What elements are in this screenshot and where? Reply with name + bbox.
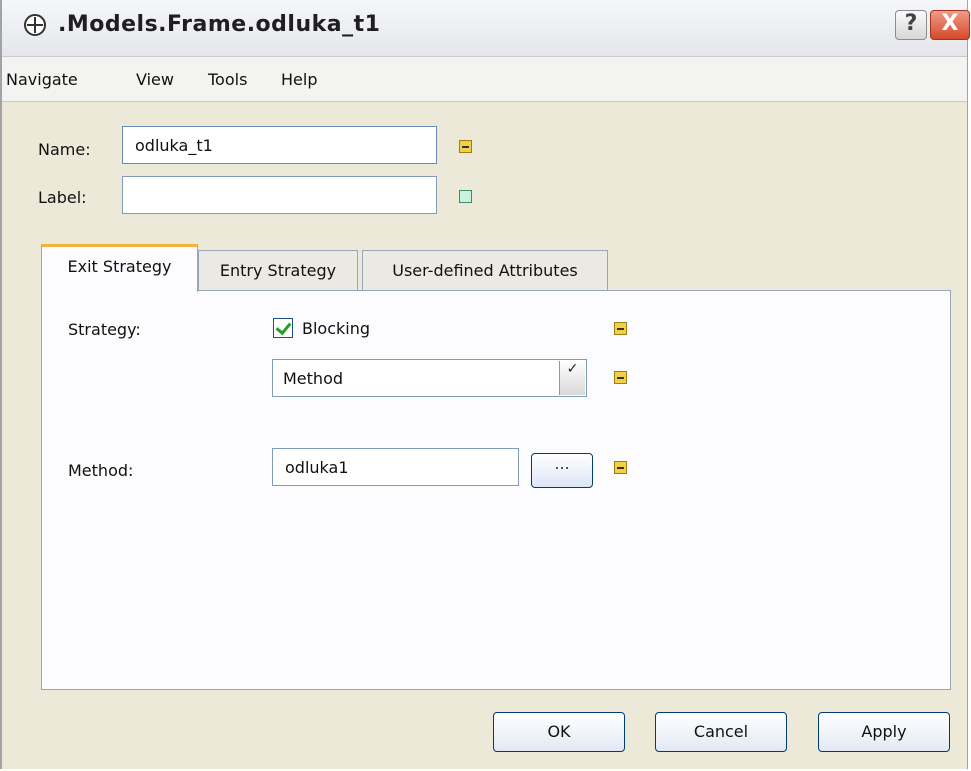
close-button[interactable]: X — [930, 10, 970, 40]
menu-help[interactable]: Help — [281, 70, 317, 89]
label-status-icon[interactable] — [459, 190, 472, 203]
strategy-select[interactable]: Method ✓ — [272, 359, 587, 397]
name-input[interactable] — [122, 126, 437, 164]
label-input[interactable] — [122, 176, 437, 214]
strategy-label: Strategy: — [68, 320, 141, 339]
exit-strategy-panel — [41, 290, 951, 690]
window-title: .Models.Frame.odluka_t1 — [58, 12, 381, 37]
method-label: Method: — [68, 461, 134, 480]
chevron-down-icon[interactable]: ✓ — [559, 361, 585, 395]
menu-view[interactable]: View — [136, 70, 174, 89]
tab-entry-strategy[interactable]: Entry Strategy — [198, 250, 358, 291]
strategy-select-value: Method — [283, 369, 344, 388]
label-label: Label: — [38, 188, 87, 207]
menu-bar: Navigate View Tools Help — [2, 57, 967, 102]
browse-method-button[interactable]: ... — [531, 453, 593, 488]
blocking-status-icon[interactable] — [614, 322, 627, 335]
name-label: Name: — [38, 140, 91, 159]
menu-tools[interactable]: Tools — [208, 70, 247, 89]
tab-exit-strategy[interactable]: Exit Strategy — [41, 244, 198, 292]
ok-button[interactable]: OK — [493, 712, 625, 752]
app-icon — [24, 14, 46, 36]
help-button[interactable]: ? — [895, 10, 927, 40]
tab-user-defined-attributes[interactable]: User-defined Attributes — [362, 250, 608, 291]
method-status-icon[interactable] — [614, 461, 627, 474]
blocking-label[interactable]: Blocking — [302, 319, 370, 338]
select-status-icon[interactable] — [614, 371, 627, 384]
dialog-window: .Models.Frame.odluka_t1 ? X Navigate Vie… — [0, 0, 970, 769]
menu-navigate[interactable]: Navigate — [6, 70, 78, 89]
method-input[interactable] — [272, 448, 519, 486]
apply-button[interactable]: Apply — [818, 712, 950, 752]
title-bar[interactable]: .Models.Frame.odluka_t1 ? X — [2, 0, 970, 57]
blocking-checkbox[interactable] — [273, 318, 293, 338]
name-status-icon[interactable] — [459, 140, 472, 153]
cancel-button[interactable]: Cancel — [655, 712, 787, 752]
